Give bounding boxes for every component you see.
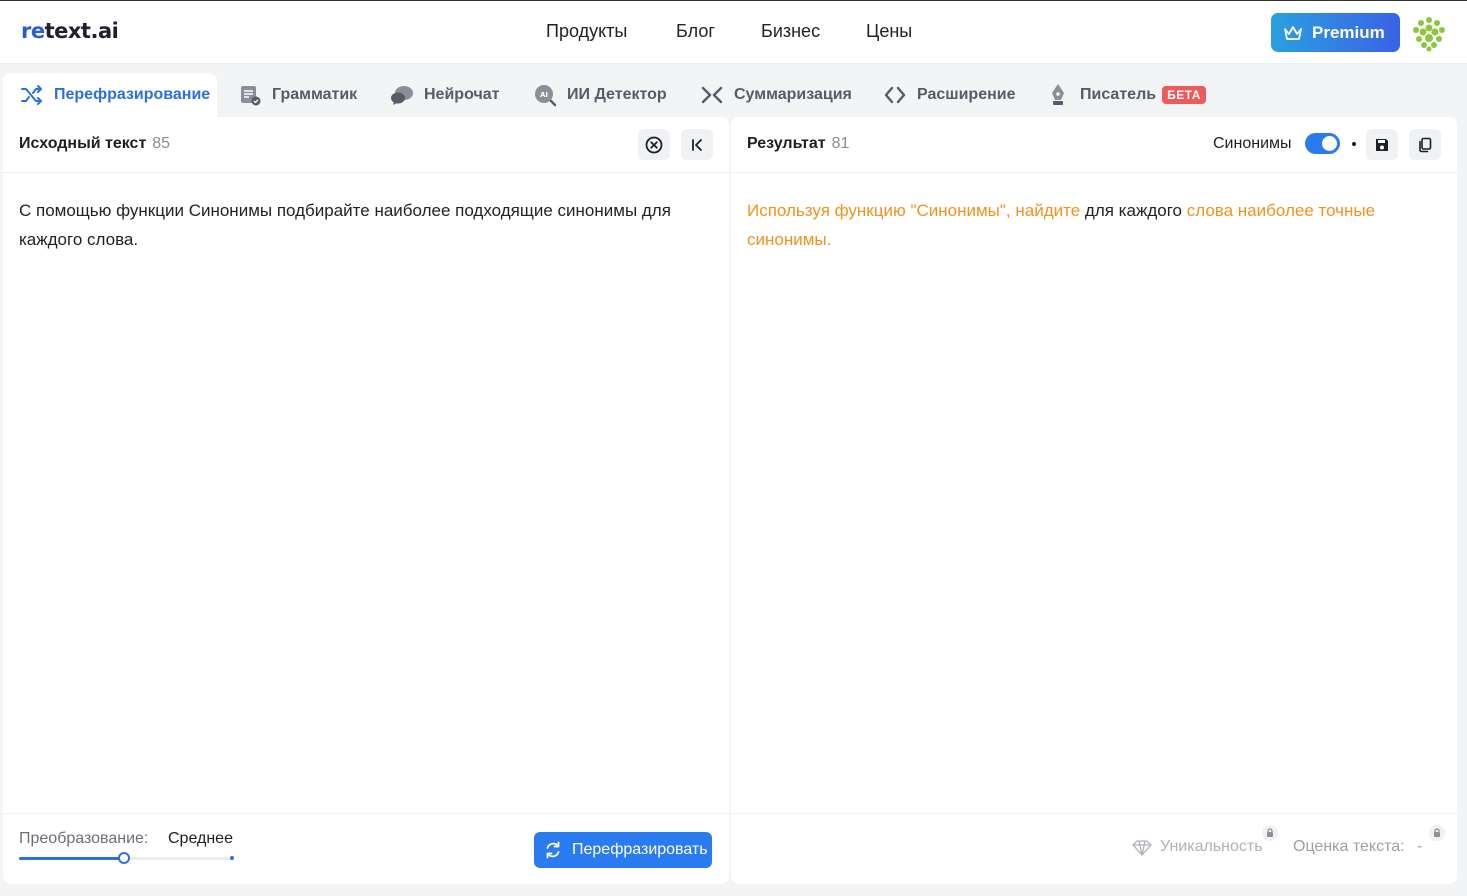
save-icon (1376, 138, 1388, 151)
score-value: - (1417, 838, 1423, 855)
collapse-button[interactable] (681, 129, 713, 160)
tab-label: ИИ Детектор (567, 86, 667, 103)
slider-fill (19, 857, 125, 860)
tab-label: Писатель (1080, 86, 1157, 103)
premium-label: Premium (1312, 22, 1385, 42)
premium-button[interactable]: Premium (1271, 13, 1400, 52)
copy-icon (1419, 137, 1432, 152)
shuffle-icon (20, 83, 44, 107)
nav-products[interactable]: Продукты (546, 21, 627, 42)
result-title: Результат 81 (747, 135, 850, 152)
paraphrase-label: Перефразировать (572, 841, 708, 858)
unchanged-segment: для каждого (1080, 201, 1187, 220)
clear-circle-icon (645, 136, 663, 153)
source-char-count: 85 (152, 135, 171, 152)
top-navbar: retext.ai Продукты Блог Бизнес Цены Prem… (0, 0, 1467, 64)
tab-summarize[interactable]: Суммаризация (700, 73, 852, 117)
avatar[interactable] (1408, 12, 1450, 54)
source-title: Исходный текст 85 (19, 135, 171, 152)
ai-search-icon: AI (533, 83, 557, 107)
uniqueness-button[interactable]: Уникальность (1160, 838, 1263, 856)
svg-text:AI: AI (540, 91, 548, 99)
copy-button[interactable] (1409, 129, 1441, 160)
result-header: Результат 81 Синонимы (731, 117, 1457, 173)
source-footer: Преобразование: Среднее Перефразировать (3, 813, 729, 884)
expand-icon (883, 83, 907, 107)
tab-ai-detector[interactable]: AI ИИ Детектор (533, 73, 667, 117)
tab-neurochat[interactable]: Нейрочат (390, 73, 499, 117)
save-button[interactable] (1366, 129, 1398, 160)
crown-icon (1284, 25, 1302, 40)
beta-badge: БЕТА (1162, 86, 1206, 104)
source-text-input[interactable]: С помощью функции Синонимы подбирайте на… (19, 196, 719, 254)
result-char-count: 81 (831, 135, 850, 152)
result-footer: Уникальность Оценка текста: - (731, 813, 1457, 884)
synonyms-toggle[interactable] (1305, 133, 1340, 154)
pen-nib-icon (1046, 83, 1070, 107)
tab-writer[interactable]: Писатель БЕТА (1046, 73, 1206, 117)
transform-value: Среднее (168, 830, 233, 847)
tab-expand[interactable]: Расширение (883, 73, 1016, 117)
tab-label: Суммаризация (734, 86, 852, 103)
nav-business[interactable]: Бизнес (761, 21, 820, 42)
lock-icon (1262, 825, 1278, 841)
logo[interactable]: retext.ai (21, 19, 119, 43)
nav-blog[interactable]: Блог (676, 21, 715, 42)
slider-knob[interactable] (118, 852, 131, 864)
diamond-icon (1132, 840, 1152, 856)
result-panel: Результат 81 Синонимы Используя функцию "… (731, 117, 1457, 884)
paraphrase-button[interactable]: Перефразировать (534, 832, 712, 868)
refresh-icon (546, 841, 560, 859)
tab-label: Перефразирование (54, 86, 211, 103)
score-label[interactable]: Оценка текста: (1293, 838, 1405, 856)
source-header: Исходный текст 85 (3, 117, 729, 173)
slider-end-dot (230, 856, 234, 860)
transform-slider[interactable] (19, 852, 234, 864)
transform-label: Преобразование: (19, 830, 149, 847)
clear-button[interactable] (638, 129, 670, 160)
compress-icon (700, 83, 724, 107)
changed-segment[interactable]: Используя функцию "Синонимы", найдите (747, 201, 1080, 220)
tab-label: Расширение (917, 86, 1016, 103)
synonyms-label: Синонимы (1213, 135, 1292, 152)
separator-dot (1352, 142, 1356, 146)
source-panel: Исходный текст 85 С помощью функции Синон… (3, 117, 729, 884)
tab-grammar[interactable]: Грамматик (238, 73, 357, 117)
collapse-left-icon (692, 138, 702, 151)
toggle-knob (1322, 136, 1337, 151)
nav-pricing[interactable]: Цены (866, 21, 912, 42)
document-check-icon (238, 83, 262, 107)
tool-tabs: Перефразирование Грамматик Нейрочат AI И… (0, 64, 1467, 117)
tab-label: Нейрочат (424, 86, 500, 103)
result-text[interactable]: Используя функцию "Синонимы", найдите дл… (747, 196, 1447, 254)
chat-icon (390, 83, 414, 107)
lock-icon (1429, 825, 1445, 841)
tab-label: Грамматик (272, 86, 358, 103)
tab-paraphrase[interactable]: Перефразирование (3, 73, 217, 117)
